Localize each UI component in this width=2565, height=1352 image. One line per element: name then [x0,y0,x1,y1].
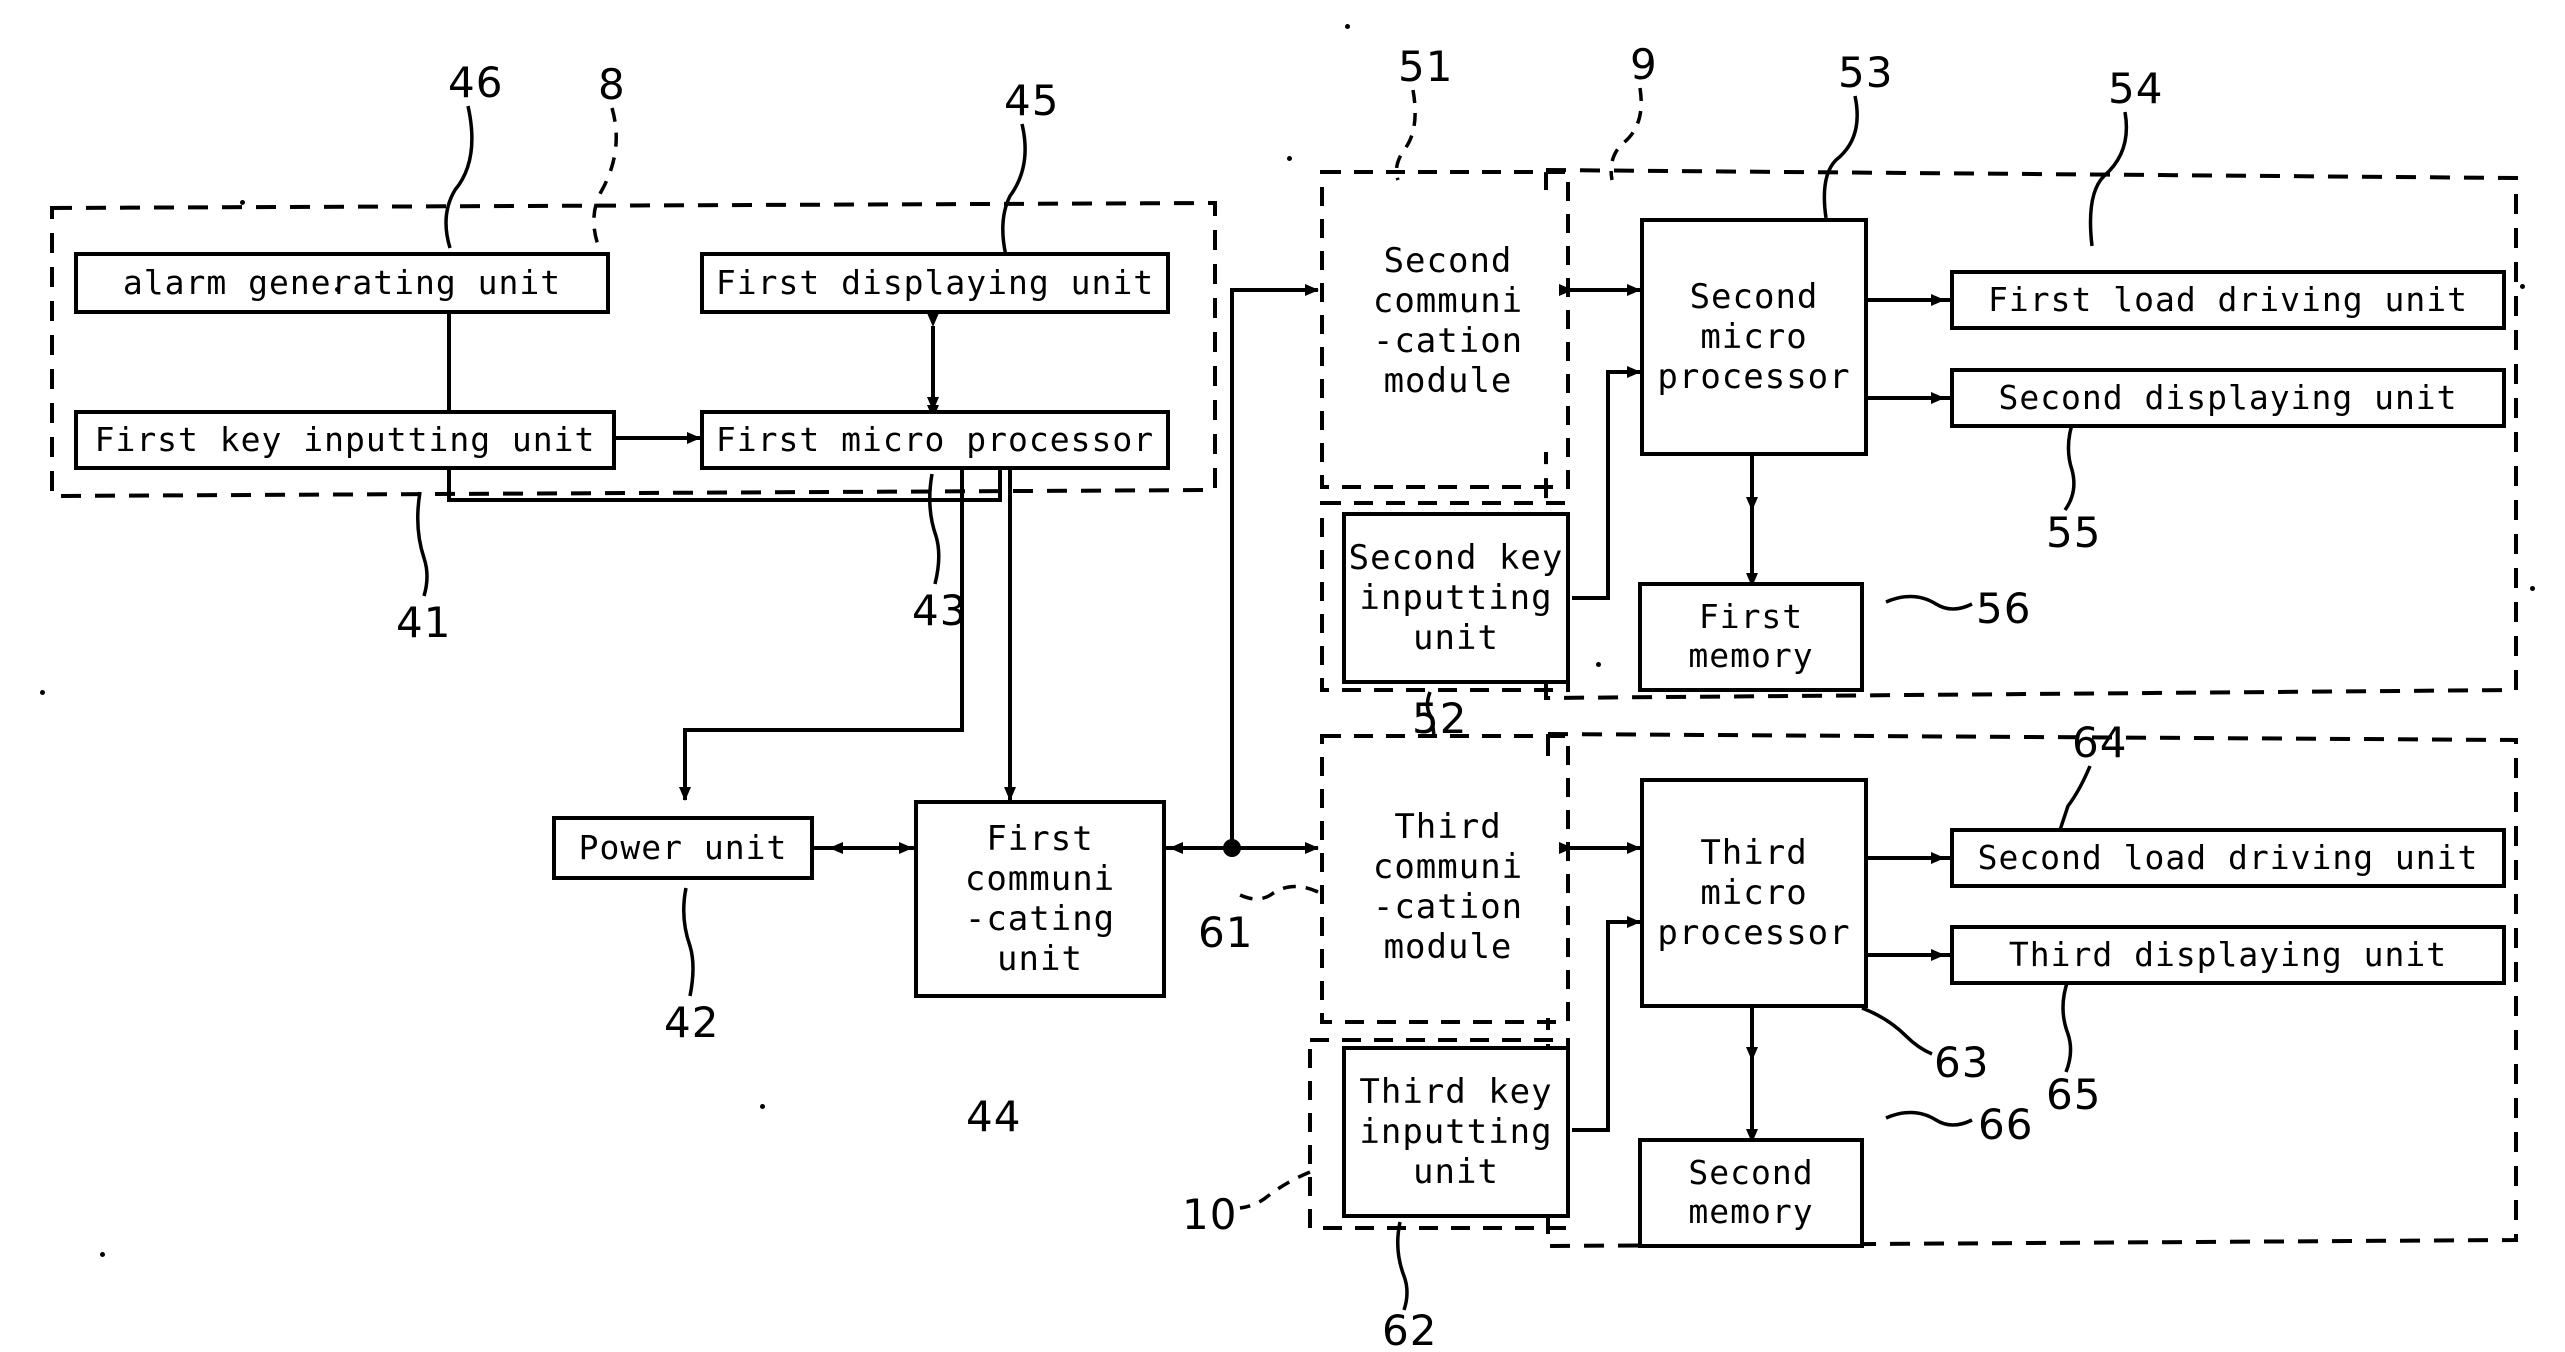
block-second-micro-processor[interactable]: Second micro processor [1640,218,1868,456]
block-first-load-driving-unit[interactable]: First load driving unit [1950,270,2506,330]
scan-speck [335,287,340,292]
block-second-memory[interactable]: Second memory [1638,1138,1864,1248]
scan-speck [1596,662,1601,667]
ref-numeral-54: 54 [2108,64,2164,113]
scan-speck [240,200,245,205]
scan-speck [760,1104,765,1109]
block-first-memory[interactable]: First memory [1638,582,1864,692]
ref-numeral-55: 55 [2046,508,2102,557]
block-second-load-driving-unit[interactable]: Second load driving unit [1950,828,2506,888]
ref-numeral-44: 44 [966,1092,1022,1141]
block-third-displaying-unit[interactable]: Third displaying unit [1950,925,2506,985]
scan-speck [40,690,45,695]
block-first-micro-processor[interactable]: First micro processor [700,410,1170,470]
block-first-key-inputting-unit[interactable]: First key inputting unit [74,410,616,470]
block-power-unit[interactable]: Power unit [552,816,814,880]
block-first-displaying-unit[interactable]: First displaying unit [700,252,1170,314]
ref-numeral-62: 62 [1382,1306,1438,1352]
ref-numeral-63: 63 [1934,1038,1990,1087]
scan-speck [2530,586,2535,591]
ref-numeral-41: 41 [396,598,452,647]
block-third-communication-module[interactable]: Third communi -cation module [1342,756,1554,1018]
scan-speck [1287,156,1292,161]
ref-numeral-53: 53 [1838,48,1894,97]
block-second-displaying-unit[interactable]: Second displaying unit [1950,368,2506,428]
ref-numeral-9: 9 [1630,40,1658,89]
diagram-lines [50,87,2518,1311]
ref-numeral-43: 43 [912,586,968,635]
ref-numeral-46: 46 [448,58,504,107]
ref-numeral-51: 51 [1398,42,1454,91]
block-alarm-generating-unit[interactable]: alarm generating unit [74,252,610,314]
ref-numeral-42: 42 [664,998,720,1047]
ref-numeral-65: 65 [2046,1070,2102,1119]
block-second-key-inputting-unit[interactable]: Second key inputting unit [1342,512,1570,684]
ref-numeral-8: 8 [598,60,626,109]
ref-numeral-10: 10 [1182,1190,1238,1239]
block-second-communication-module[interactable]: Second communi -cation module [1342,190,1554,452]
ref-numeral-66: 66 [1978,1100,2034,1149]
scan-speck [100,1252,105,1257]
ref-numeral-64: 64 [2072,718,2128,767]
block-third-micro-processor[interactable]: Third micro processor [1640,778,1868,1008]
block-first-communicating-unit[interactable]: First communi -cating unit [914,800,1166,998]
ref-numeral-61: 61 [1198,908,1254,957]
ref-numeral-52: 52 [1412,694,1468,743]
figure-canvas: alarm generating unit First displaying u… [0,0,2565,1352]
scan-speck [1345,24,1350,29]
block-third-key-inputting-unit[interactable]: Third key inputting unit [1342,1046,1570,1218]
ref-numeral-56: 56 [1976,584,2032,633]
scan-speck [2520,284,2525,289]
ref-numeral-45: 45 [1004,76,1060,125]
